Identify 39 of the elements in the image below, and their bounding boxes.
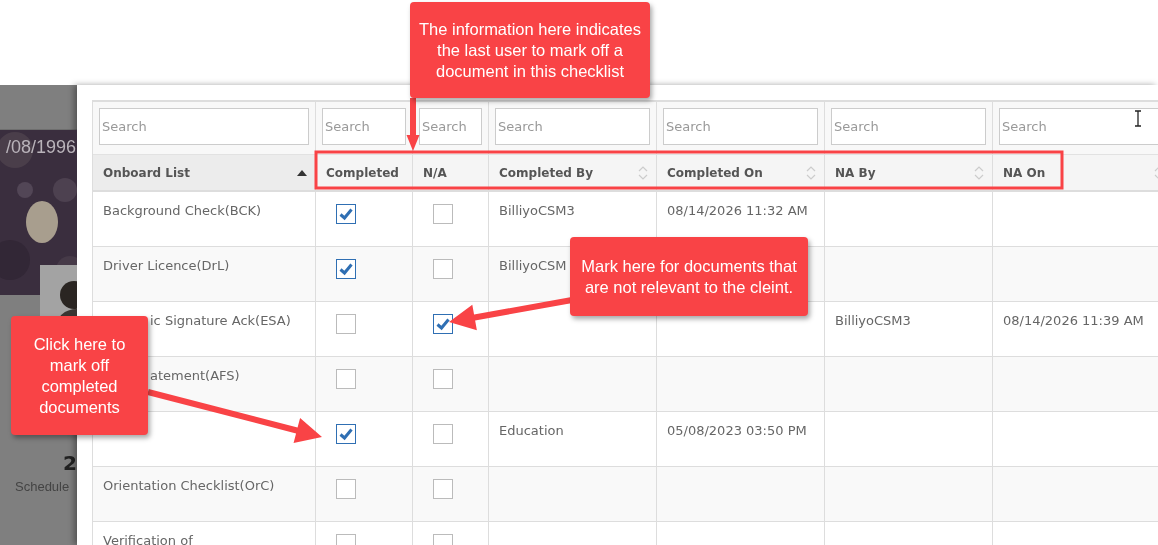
sort-icon[interactable] [638,164,648,181]
column-header[interactable]: Onboard List [93,154,316,192]
sort-ascending-icon[interactable] [297,169,307,176]
checkbox[interactable] [433,259,453,279]
callout: Mark here for documents that are not relevant to the cleint. [570,237,808,316]
search-field[interactable]: Search [99,108,309,145]
column-header[interactable]: Completed By [489,154,657,192]
column-header[interactable]: NA By [825,154,993,192]
checkbox[interactable] [336,424,356,444]
checkbox[interactable] [433,204,453,224]
search-field[interactable]: Search [419,108,482,145]
checkbox[interactable] [433,369,453,389]
table-cell: Verification of [93,522,316,545]
checkbox[interactable] [433,479,453,499]
checkbox[interactable] [336,369,356,389]
sort-icon[interactable] [806,164,816,181]
sort-icon[interactable] [974,164,984,181]
count-text: 2 [62,451,77,475]
column-header[interactable]: NA On [993,154,1158,192]
caption-text: Schedule [14,479,71,494]
checkbox[interactable] [433,424,453,444]
text-cursor-icon [1133,110,1143,127]
search-field[interactable]: Search [322,108,406,145]
column-header[interactable]: Completed [316,154,413,192]
checkbox[interactable] [433,314,453,334]
callout-arrow [406,98,420,151]
search-field[interactable]: Search [999,108,1158,145]
search-field[interactable]: Search [663,108,818,145]
column-header[interactable]: Completed On [657,154,825,192]
checkbox[interactable] [336,314,356,334]
checkbox[interactable] [336,204,356,224]
date-text: /08/1996 [5,137,76,158]
search-field[interactable]: Search [495,108,650,145]
callout: Click here to mark off completed documents [11,316,148,435]
column-header[interactable]: N/A [413,154,489,192]
checkbox[interactable] [336,259,356,279]
checkbox[interactable] [336,479,356,499]
callout: The information here indicates the last user to mark off a document in this checklist [410,2,650,98]
search-field[interactable]: Search [831,108,986,145]
